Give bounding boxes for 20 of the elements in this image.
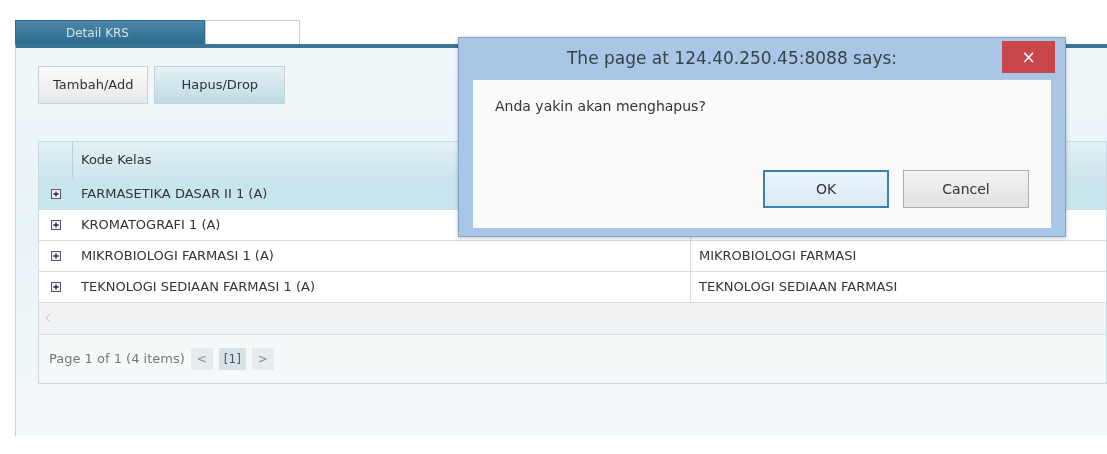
dialog-title: The page at 124.40.250.45:8088 says: <box>566 47 898 71</box>
table-cell: MIKROBIOLOGI FARMASI 1 (A) <box>73 240 691 271</box>
dialog-button[interactable]: Cancel <box>903 170 1029 208</box>
expand-icon[interactable] <box>51 188 61 199</box>
tab[interactable]: Detail KRS <box>15 20 205 44</box>
table-row[interactable]: MIKROBIOLOGI FARMASI 1 (A) MIKROBIOLOGI FARMASI <box>39 240 1106 272</box>
dialog-message: Anda yakin akan menghapus? <box>495 97 707 116</box>
table-cell-text: MIKROBIOLOGI FARMASI <box>698 246 857 265</box>
dialog-button[interactable]: OK <box>763 170 889 208</box>
table-cell: TEKNOLOGI SEDIAAN FARMASI 1 (A) <box>73 271 691 302</box>
expand-icon[interactable] <box>51 219 61 230</box>
toolbar-button[interactable]: Hapus/Drop <box>154 66 286 104</box>
expand-icon[interactable] <box>51 250 61 261</box>
table-cell-text: TEKNOLOGI SEDIAAN FARMASI <box>698 277 898 296</box>
expand-icon[interactable] <box>51 281 61 292</box>
pager-summary: Page 1 of 1 (4 items) <box>49 349 185 368</box>
page-number[interactable]: [1] <box>218 347 246 370</box>
toolbar-button[interactable]: Tambah/Add <box>38 66 149 104</box>
table-row[interactable]: TEKNOLOGI SEDIAAN FARMASI 1 (A) TEKNOLOGI SEDIAAN FARMASI <box>39 271 1106 303</box>
close-button[interactable]: × <box>1002 41 1055 73</box>
